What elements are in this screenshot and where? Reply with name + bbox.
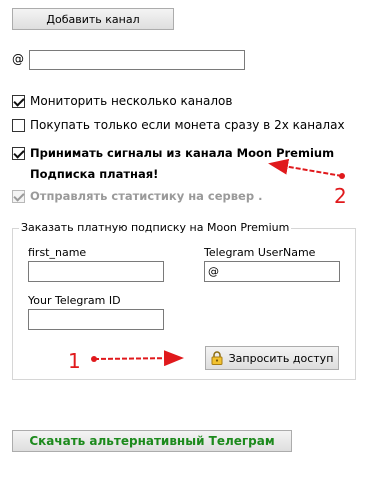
annotation-arrow-2: [268, 158, 345, 179]
annotation-arrows: [91, 158, 345, 367]
annotation-number-1: 1: [68, 349, 81, 373]
annotation-arrow-1: [91, 350, 184, 367]
annotation-number-2: 2: [334, 184, 347, 208]
